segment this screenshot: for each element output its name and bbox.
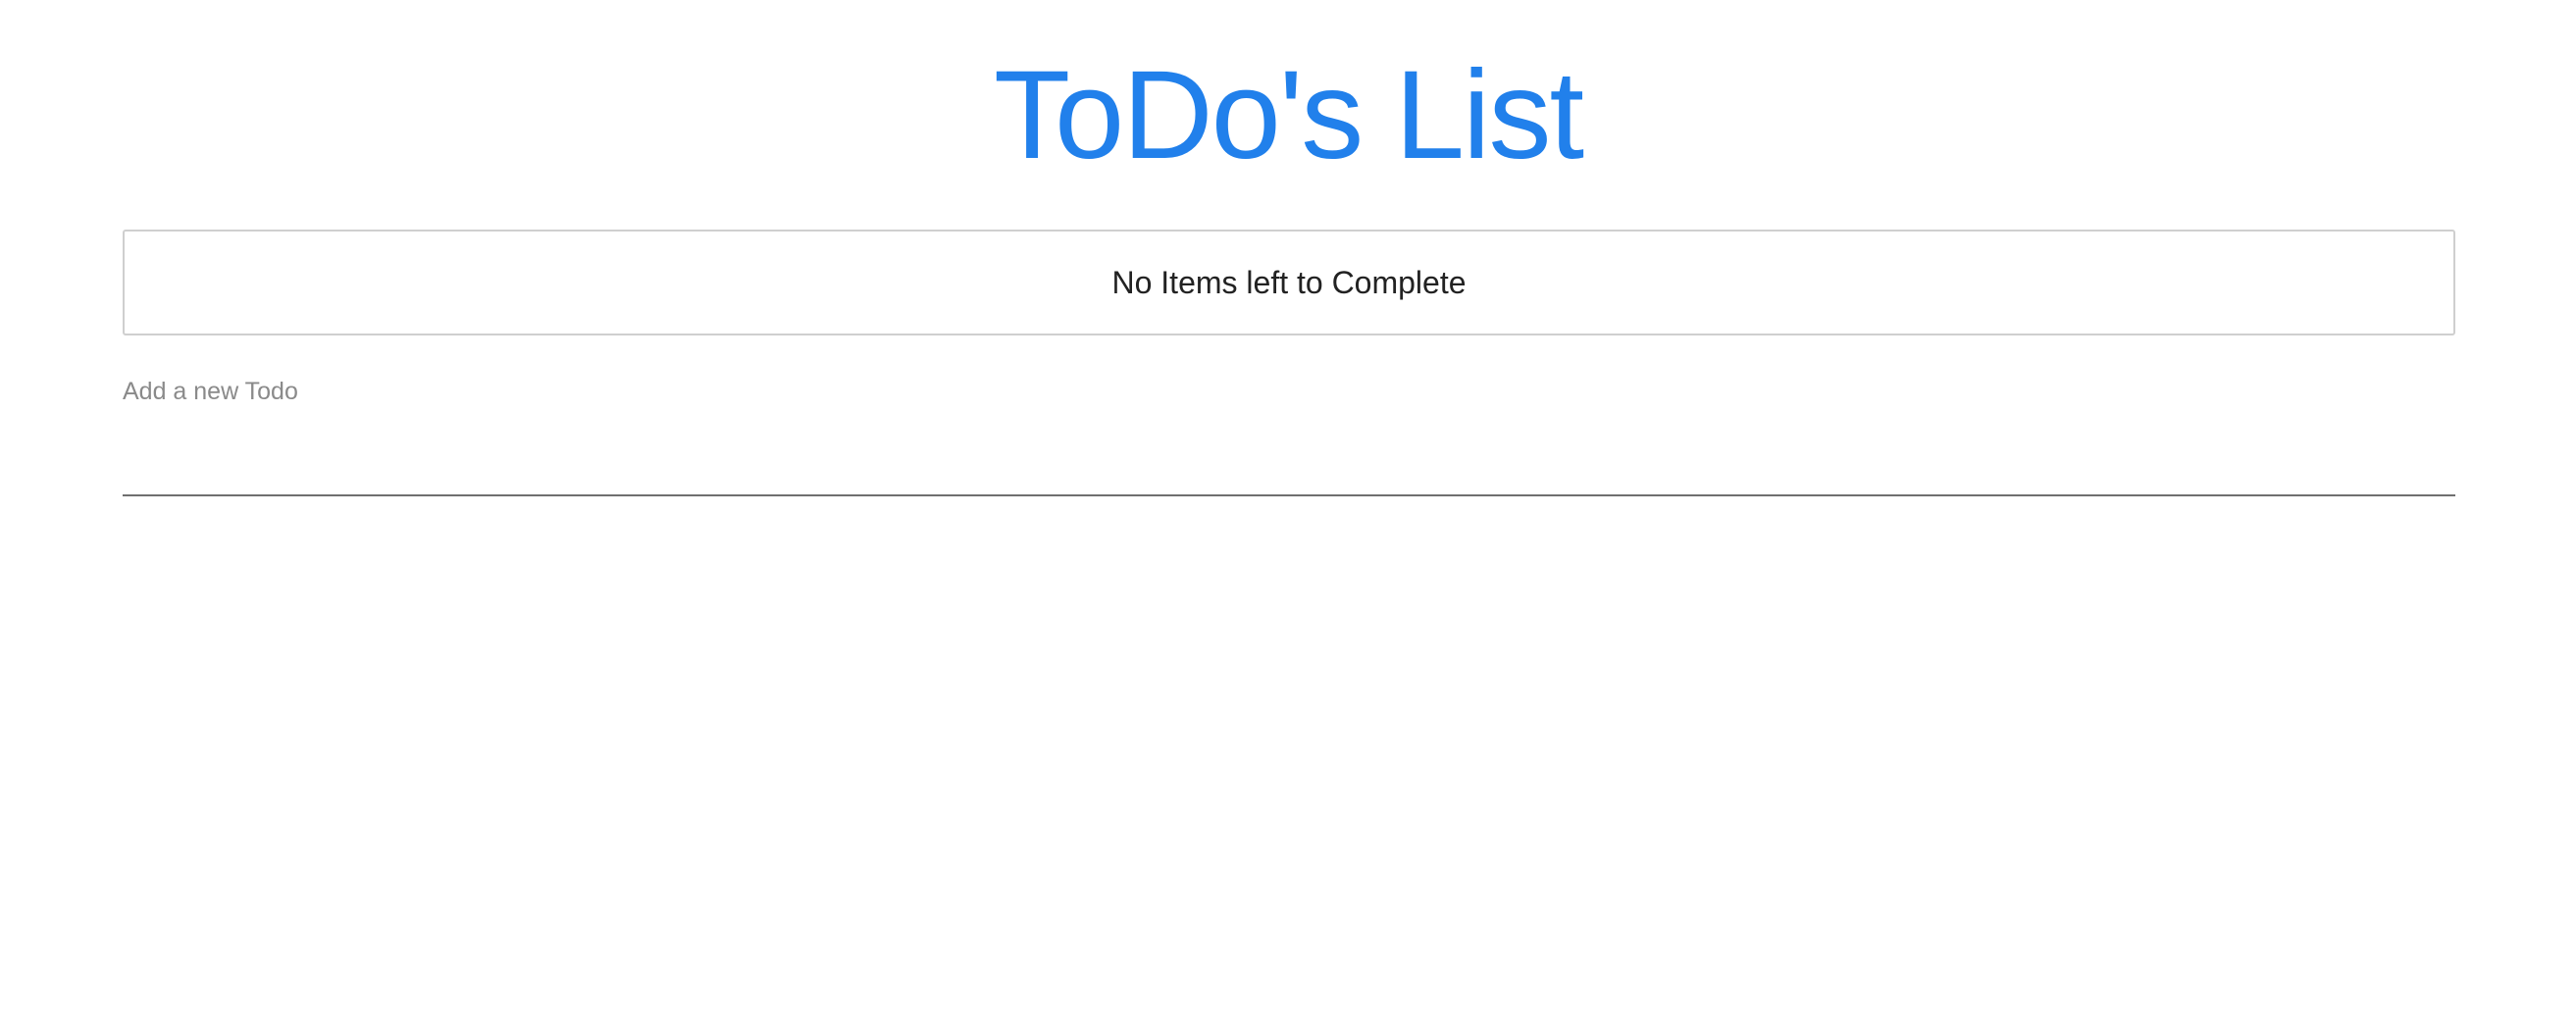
empty-state-panel: No Items left to Complete <box>123 230 2455 335</box>
new-todo-field: Add a new Todo <box>123 373 2455 500</box>
todo-app: ToDo's List No Items left to Complete Ad… <box>0 0 2576 1030</box>
new-todo-label: Add a new Todo <box>123 378 298 405</box>
page-title: ToDo's List <box>994 45 1584 185</box>
empty-state-message: No Items left to Complete <box>1111 264 1467 300</box>
new-todo-input[interactable] <box>123 428 2455 496</box>
